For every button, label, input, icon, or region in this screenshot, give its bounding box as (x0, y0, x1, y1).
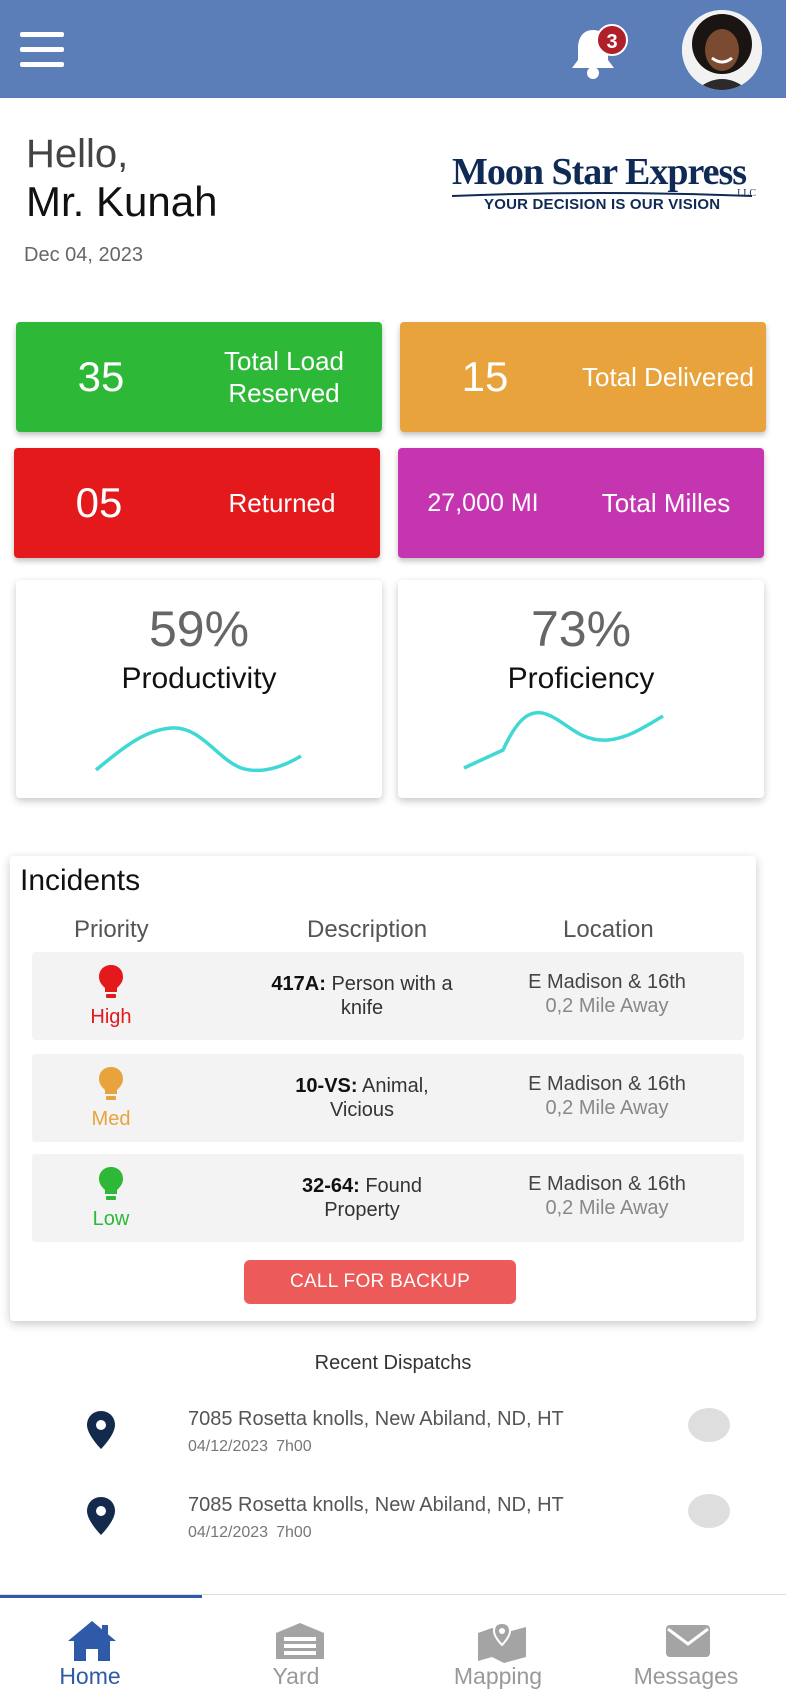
kpi-label: Productivity (121, 662, 277, 695)
incident-location: E Madison & 16th 0,2 Mile Away (472, 1172, 742, 1220)
location-street: E Madison & 16th (528, 1073, 686, 1095)
location-pin-icon (87, 1497, 115, 1535)
kpi-card-productivity[interactable]: 59% Productivity (16, 580, 382, 798)
priority-bulb-icon (99, 965, 123, 998)
incident-location: E Madison & 16th 0,2 Mile Away (472, 1072, 742, 1120)
dispatch-time: 7h00 (276, 1524, 312, 1541)
location-distance: 0,2 Mile Away (545, 995, 669, 1017)
envelope-icon (666, 1625, 710, 1657)
dispatch-toggle[interactable] (688, 1494, 730, 1528)
stat-value: 15 (461, 353, 509, 400)
incident-code: 32-64: (301, 1175, 360, 1197)
priority-label: Med (91, 1108, 131, 1130)
stat-card-delivered[interactable]: 15 Total Delivered (400, 322, 766, 432)
tab-label: Messages (633, 1663, 739, 1689)
user-avatar[interactable] (682, 10, 762, 90)
location-street: E Madison & 16th (528, 1173, 686, 1195)
incident-row[interactable]: Med 10-VS: Animal, Vicious E Madison & 1… (32, 1054, 744, 1142)
stat-card-load-reserved[interactable]: 35 Total Load Reserved (16, 322, 382, 432)
dispatch-datetime: 04/12/2023 7h00 (188, 1438, 320, 1456)
kpi-percent: 59% (148, 601, 250, 657)
call-for-backup-button[interactable]: CALL FOR BACKUP (244, 1260, 516, 1304)
greeting-hello: Hello, (26, 132, 129, 176)
incidents-card: Incidents Priority Description Location … (10, 856, 756, 1321)
location-distance: 0,2 Mile Away (545, 1097, 669, 1119)
priority-label: Low (92, 1208, 130, 1230)
kpi-label: Proficiency (507, 662, 655, 695)
stat-label: Total Load Reserved (224, 346, 344, 408)
location-street: E Madison & 16th (528, 971, 686, 993)
tab-messages[interactable]: Messages (588, 1595, 784, 1704)
incident-row[interactable]: Low 32-64: Found Property E Madison & 16… (32, 1154, 744, 1242)
stat-card-returned[interactable]: 05 Returned (14, 448, 380, 558)
dispatch-toggle[interactable] (688, 1408, 730, 1442)
current-date: Dec 04, 2023 (24, 244, 143, 266)
menu-icon[interactable] (20, 32, 64, 68)
productivity-sparkline (94, 726, 302, 773)
incident-description: 10-VS: Animal, Vicious (266, 1054, 458, 1142)
logo-tagline: YOUR DECISION IS OUR VISION (484, 196, 721, 213)
tab-label: Mapping (453, 1663, 543, 1689)
tab-label: Yard (272, 1663, 320, 1689)
dispatch-date: 04/12/2023 (188, 1438, 269, 1455)
incident-code: 10-VS: (295, 1075, 358, 1097)
incident-row[interactable]: High 417A: Person with a knife E Madison… (32, 952, 744, 1040)
recent-dispatches-title: Recent Dispatchs (314, 1352, 472, 1374)
incident-location: E Madison & 16th 0,2 Mile Away (472, 970, 742, 1018)
location-distance: 0,2 Mile Away (545, 1197, 669, 1219)
stat-label: Returned (228, 488, 336, 518)
dispatch-address: 7085 Rosetta knolls, New Abiland, ND, HT (188, 1408, 564, 1430)
dispatch-date: 04/12/2023 (188, 1524, 269, 1541)
top-app-bar: 3 (0, 0, 786, 98)
tab-mapping[interactable]: Mapping (400, 1595, 596, 1704)
kpi-card-proficiency[interactable]: 73% Proficiency (398, 580, 764, 798)
stat-label: Total Delivered (582, 362, 754, 392)
dispatch-item[interactable]: 7085 Rosetta knolls, New Abiland, ND, HT… (0, 1400, 786, 1470)
stat-value: 27,000 MI (427, 488, 539, 517)
tab-yard[interactable]: Yard (198, 1595, 394, 1704)
incident-description: 32-64: Found Property (266, 1154, 458, 1242)
priority-bulb-icon (99, 1167, 123, 1200)
incidents-title: Incidents (20, 864, 141, 897)
company-logo: Moon Star Express LLC YOUR DECISION IS O… (452, 152, 762, 218)
column-header-description: Description (307, 916, 428, 943)
dispatch-datetime: 04/12/2023 7h00 (188, 1524, 320, 1542)
stat-value: 35 (77, 353, 125, 400)
garage-icon (276, 1623, 324, 1659)
proficiency-sparkline (463, 710, 664, 770)
incident-text: Person with a knife (331, 973, 453, 1019)
incident-description: 417A: Person with a knife (266, 952, 458, 1040)
notification-count-badge: 3 (596, 24, 628, 56)
dispatch-item[interactable]: 7085 Rosetta knolls, New Abiland, ND, HT… (0, 1486, 786, 1556)
dispatch-time: 7h00 (276, 1438, 312, 1455)
tab-label: Home (59, 1663, 121, 1689)
stat-card-total-miles[interactable]: 27,000 MI Total Milles (398, 448, 764, 558)
user-name: Mr. Kunah (26, 178, 218, 225)
kpi-percent: 73% (530, 601, 632, 657)
priority-bulb-icon (99, 1067, 123, 1100)
tab-home[interactable]: Home (0, 1595, 188, 1704)
bottom-tab-bar: Home Yard Mapping Messages (0, 1594, 786, 1704)
incident-code: 417A: (271, 973, 326, 995)
priority-label: High (90, 1006, 132, 1028)
stat-label: Total Milles (601, 488, 731, 518)
column-header-priority: Priority (74, 916, 149, 943)
stat-value: 05 (75, 479, 123, 526)
column-header-location: Location (563, 916, 654, 943)
logo-name: Moon Star Express (452, 151, 747, 193)
dispatch-address: 7085 Rosetta knolls, New Abiland, ND, HT (188, 1494, 564, 1516)
location-pin-icon (87, 1411, 115, 1449)
home-icon (68, 1621, 116, 1661)
map-icon (478, 1621, 526, 1663)
